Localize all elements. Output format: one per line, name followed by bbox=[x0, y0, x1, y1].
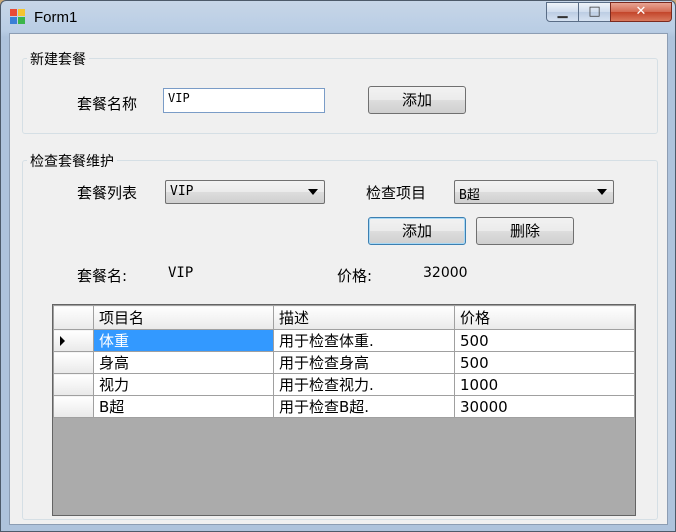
chevron-down-icon bbox=[308, 189, 318, 195]
table-row[interactable]: 身高 用于检查身高 500 bbox=[53, 351, 635, 374]
form-client-area: 新建套餐 套餐名称 VIP 添加 检查套餐维护 套餐列表 VIP 检查项目 B超… bbox=[9, 33, 668, 525]
maximize-icon: □ bbox=[588, 4, 601, 19]
minimize-button[interactable]: ▁ bbox=[546, 2, 579, 22]
cell-price[interactable]: 1000 bbox=[454, 373, 635, 396]
cell-item-name[interactable]: 视力 bbox=[93, 373, 274, 396]
table-row[interactable]: B超 用于检查B超. 30000 bbox=[53, 395, 635, 418]
grid-corner-header[interactable] bbox=[53, 305, 94, 330]
chevron-down-icon bbox=[597, 189, 607, 195]
minimize-icon: ▁ bbox=[557, 4, 568, 19]
table-row[interactable]: 视力 用于检查视力. 1000 bbox=[53, 373, 635, 396]
items-datagrid[interactable]: 项目名 描述 价格 体重 用于检查体重. 500 身高 用于检查身高 500 视… bbox=[52, 304, 636, 516]
column-header-description[interactable]: 描述 bbox=[273, 305, 455, 330]
column-header-item-name[interactable]: 项目名 bbox=[93, 305, 274, 330]
new-package-group-title: 新建套餐 bbox=[27, 49, 89, 69]
table-row[interactable]: 体重 用于检查体重. 500 bbox=[53, 329, 635, 352]
package-list-label: 套餐列表 bbox=[77, 184, 138, 202]
cell-price[interactable]: 500 bbox=[454, 351, 635, 374]
check-item-combo[interactable]: B超 bbox=[454, 180, 614, 204]
maximize-button[interactable]: □ bbox=[578, 2, 611, 22]
price-caption: 价格: bbox=[337, 267, 373, 285]
cell-description[interactable]: 用于检查B超. bbox=[273, 395, 455, 418]
cell-item-name[interactable]: 体重 bbox=[93, 329, 274, 352]
close-button[interactable]: ✕ bbox=[610, 2, 672, 22]
package-name-label: 套餐名称 bbox=[77, 95, 138, 113]
package-name-caption: 套餐名: bbox=[77, 267, 128, 285]
cell-description[interactable]: 用于检查体重. bbox=[273, 329, 455, 352]
check-item-value: B超 bbox=[459, 188, 480, 203]
cell-price[interactable]: 500 bbox=[454, 329, 635, 352]
main-window: Form1 ▁ □ ✕ 新建套餐 套餐名称 VIP 添加 检查套餐维护 套餐列表… bbox=[0, 0, 676, 532]
window-title: Form1 bbox=[34, 9, 78, 26]
row-header[interactable] bbox=[53, 373, 94, 396]
package-list-value: VIP bbox=[170, 184, 194, 199]
row-header[interactable] bbox=[53, 395, 94, 418]
delete-item-button[interactable]: 删除 bbox=[476, 217, 574, 245]
title-bar[interactable]: Form1 ▁ □ ✕ bbox=[1, 1, 675, 33]
package-list-combo[interactable]: VIP bbox=[165, 180, 325, 204]
close-icon: ✕ bbox=[635, 4, 647, 19]
app-icon bbox=[10, 9, 26, 25]
package-name-input[interactable]: VIP bbox=[163, 88, 325, 113]
column-header-price[interactable]: 价格 bbox=[454, 305, 635, 330]
cell-item-name[interactable]: B超 bbox=[93, 395, 274, 418]
cell-price[interactable]: 30000 bbox=[454, 395, 635, 418]
package-name-value: VIP bbox=[168, 265, 194, 281]
add-package-button[interactable]: 添加 bbox=[368, 86, 466, 114]
row-header[interactable] bbox=[53, 351, 94, 374]
cell-item-name[interactable]: 身高 bbox=[93, 351, 274, 374]
check-item-label: 检查项目 bbox=[366, 184, 427, 202]
current-row-arrow-icon bbox=[60, 336, 65, 346]
add-item-button[interactable]: 添加 bbox=[368, 217, 466, 245]
cell-description[interactable]: 用于检查身高 bbox=[273, 351, 455, 374]
row-header[interactable] bbox=[53, 329, 94, 352]
maintenance-group-title: 检查套餐维护 bbox=[27, 151, 117, 171]
cell-description[interactable]: 用于检查视力. bbox=[273, 373, 455, 396]
price-value: 32000 bbox=[423, 265, 468, 281]
items-table: 项目名 描述 价格 体重 用于检查体重. 500 身高 用于检查身高 500 视… bbox=[53, 305, 635, 418]
